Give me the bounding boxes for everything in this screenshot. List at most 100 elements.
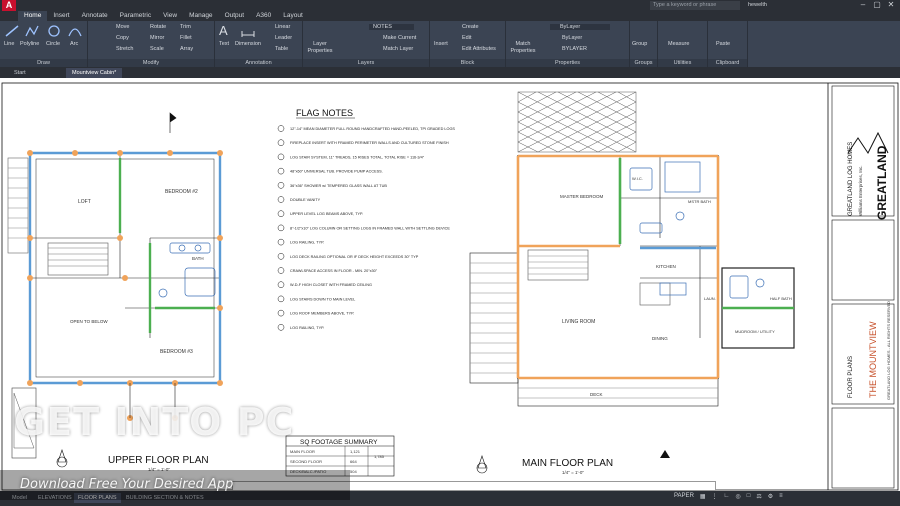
linetype-dropdown[interactable]: ByLayer: [562, 35, 582, 41]
ribbon-tab-insert[interactable]: Insert: [47, 11, 75, 21]
utilities-panel: Measure Utilities: [658, 21, 708, 67]
ribbon-tab-manage[interactable]: Manage: [183, 11, 219, 21]
upper-plan-title: UPPER FLOOR PLAN: [108, 455, 209, 466]
groups-panel: Group Groups: [630, 21, 658, 67]
flag-note-marker: [277, 125, 285, 132]
utilities-panel-title[interactable]: Utilities: [658, 59, 707, 67]
match-properties-button[interactable]: Match Properties: [509, 41, 537, 55]
trim-button[interactable]: Trim: [180, 24, 191, 30]
title-block: GREATLAND LOG HOMES Williams Enterprises…: [827, 83, 895, 490]
ribbon-tab-annotate[interactable]: Annotate: [76, 11, 114, 21]
array-button[interactable]: Array: [180, 46, 193, 52]
paste-button[interactable]: Paste: [716, 41, 730, 47]
paper-space-toggle[interactable]: PAPER: [674, 493, 694, 500]
maximize-icon[interactable]: ▢: [870, 0, 884, 10]
tab-mountview-cabin[interactable]: Mountview Cabin*: [66, 68, 123, 78]
measure-button[interactable]: Measure: [668, 41, 689, 47]
ribbon-tab-output[interactable]: Output: [219, 11, 251, 21]
ribbon-tab-parametric[interactable]: Parametric: [114, 11, 157, 21]
flag-note: 8"-1/2"x10" LOG COLUMN OR SETTING LOGS I…: [290, 226, 450, 230]
polyline-button[interactable]: Polyline: [20, 41, 39, 47]
mirror-button[interactable]: Mirror: [150, 35, 164, 41]
grid-icon[interactable]: ▦: [700, 493, 706, 500]
text-icon[interactable]: A: [219, 23, 228, 38]
tab-start[interactable]: Start: [8, 68, 32, 78]
lineweight-dropdown[interactable]: BYLAYER: [562, 46, 587, 52]
flag-note-marker: [277, 267, 285, 274]
room-label: LIVING ROOM: [562, 319, 595, 325]
flag-note-marker: [277, 139, 285, 146]
fillet-button[interactable]: Fillet: [180, 35, 192, 41]
layers-panel-title[interactable]: Layers: [303, 59, 429, 67]
group-button[interactable]: Group: [632, 41, 647, 47]
modify-panel-title[interactable]: Modify: [88, 59, 214, 67]
draw-panel-title[interactable]: Draw: [0, 59, 87, 67]
ribbon-tab-a360[interactable]: A360: [250, 11, 277, 21]
dimension-button[interactable]: Dimension: [235, 41, 261, 47]
polar-icon[interactable]: ◎: [735, 493, 740, 500]
rotate-button[interactable]: Rotate: [150, 24, 166, 30]
autocad-logo[interactable]: A: [2, 0, 16, 11]
polyline-icon[interactable]: [25, 25, 39, 37]
layer-properties-button[interactable]: Layer Properties: [305, 41, 335, 55]
insert-button[interactable]: Insert: [434, 41, 448, 47]
ortho-icon[interactable]: ∟: [724, 493, 730, 500]
stretch-button[interactable]: Stretch: [116, 46, 133, 52]
flag-note: CRAWLSPACE ACCESS IN FLOOR - MIN. 20"x30…: [290, 269, 378, 273]
ribbon-tab-view[interactable]: View: [157, 11, 183, 21]
linear-button[interactable]: Linear: [275, 24, 290, 30]
title-project: THE MOUNTVIEW: [868, 321, 878, 398]
move-button[interactable]: Move: [116, 24, 129, 30]
annotation-scale-icon[interactable]: ⚖: [756, 493, 761, 500]
room-label: MSTR BATH: [688, 199, 711, 204]
scale-button[interactable]: Scale: [150, 46, 164, 52]
table-button[interactable]: Table: [275, 46, 288, 52]
sq-row-value: 504: [350, 469, 357, 474]
main-floor-plan-roof: [517, 91, 637, 153]
circle-button[interactable]: Circle: [46, 41, 60, 47]
layer-dropdown[interactable]: NOTES: [369, 24, 414, 30]
flag-note: FIREPLACE INSERT WITH FRAMED PERIMETER W…: [290, 141, 449, 145]
status-toggles: PAPER ▦ ⋮ ∟ ◎ □ ⚖ ⚙ ≡: [674, 493, 783, 500]
minimize-icon[interactable]: –: [856, 0, 870, 10]
match-layer-button[interactable]: Match Layer: [383, 46, 413, 52]
room-label: KITCHEN: [656, 264, 676, 269]
annotation-panel-title[interactable]: Annotation: [215, 59, 302, 67]
color-dropdown[interactable]: ByLayer: [550, 24, 611, 30]
snap-icon[interactable]: ⋮: [712, 493, 718, 500]
make-current-button[interactable]: Make Current: [383, 35, 416, 41]
create-button[interactable]: Create: [462, 24, 479, 30]
clipboard-panel-title[interactable]: Clipboard: [708, 59, 747, 67]
close-icon[interactable]: ✕: [884, 0, 898, 10]
flag-notes-title: FLAG NOTES: [296, 108, 353, 118]
window-controls: – ▢ ✕: [856, 0, 898, 10]
text-button[interactable]: Text: [219, 41, 229, 47]
title-sheet: FLOOR PLANS: [848, 356, 854, 398]
watermark-subtitle: Download Free Your Desired App: [20, 477, 234, 492]
block-panel-title[interactable]: Block: [430, 59, 505, 67]
circle-icon[interactable]: [47, 25, 61, 37]
arc-button[interactable]: Arc: [70, 41, 78, 47]
dimension-icon[interactable]: [241, 25, 255, 37]
flag-note-marker: [277, 167, 285, 175]
leader-button[interactable]: Leader: [275, 35, 292, 41]
customize-icon[interactable]: ≡: [779, 493, 783, 500]
ribbon-tab-layout[interactable]: Layout: [277, 11, 309, 21]
properties-panel-title[interactable]: Properties: [506, 59, 629, 67]
user-account[interactable]: hewelth: [748, 1, 767, 10]
copy-button[interactable]: Copy: [116, 35, 129, 41]
main-plan-title: MAIN FLOOR PLAN: [522, 458, 613, 469]
edit-attributes-button[interactable]: Edit Attributes: [462, 46, 496, 52]
edit-button[interactable]: Edit: [462, 35, 471, 41]
line-button[interactable]: Line: [4, 41, 14, 47]
line-icon[interactable]: [5, 25, 19, 37]
ribbon-tab-home[interactable]: Home: [18, 11, 48, 21]
osnap-icon[interactable]: □: [747, 493, 751, 500]
main-fixtures: [629, 161, 765, 299]
sq-row-label: SECOND FLOOR: [290, 459, 322, 464]
groups-panel-title[interactable]: Groups: [630, 59, 657, 67]
arc-icon[interactable]: [68, 25, 82, 37]
room-label: HALF BATH: [770, 296, 792, 301]
search-input[interactable]: Type a keyword or phrase: [650, 1, 740, 10]
workspace-icon[interactable]: ⚙: [768, 493, 773, 500]
